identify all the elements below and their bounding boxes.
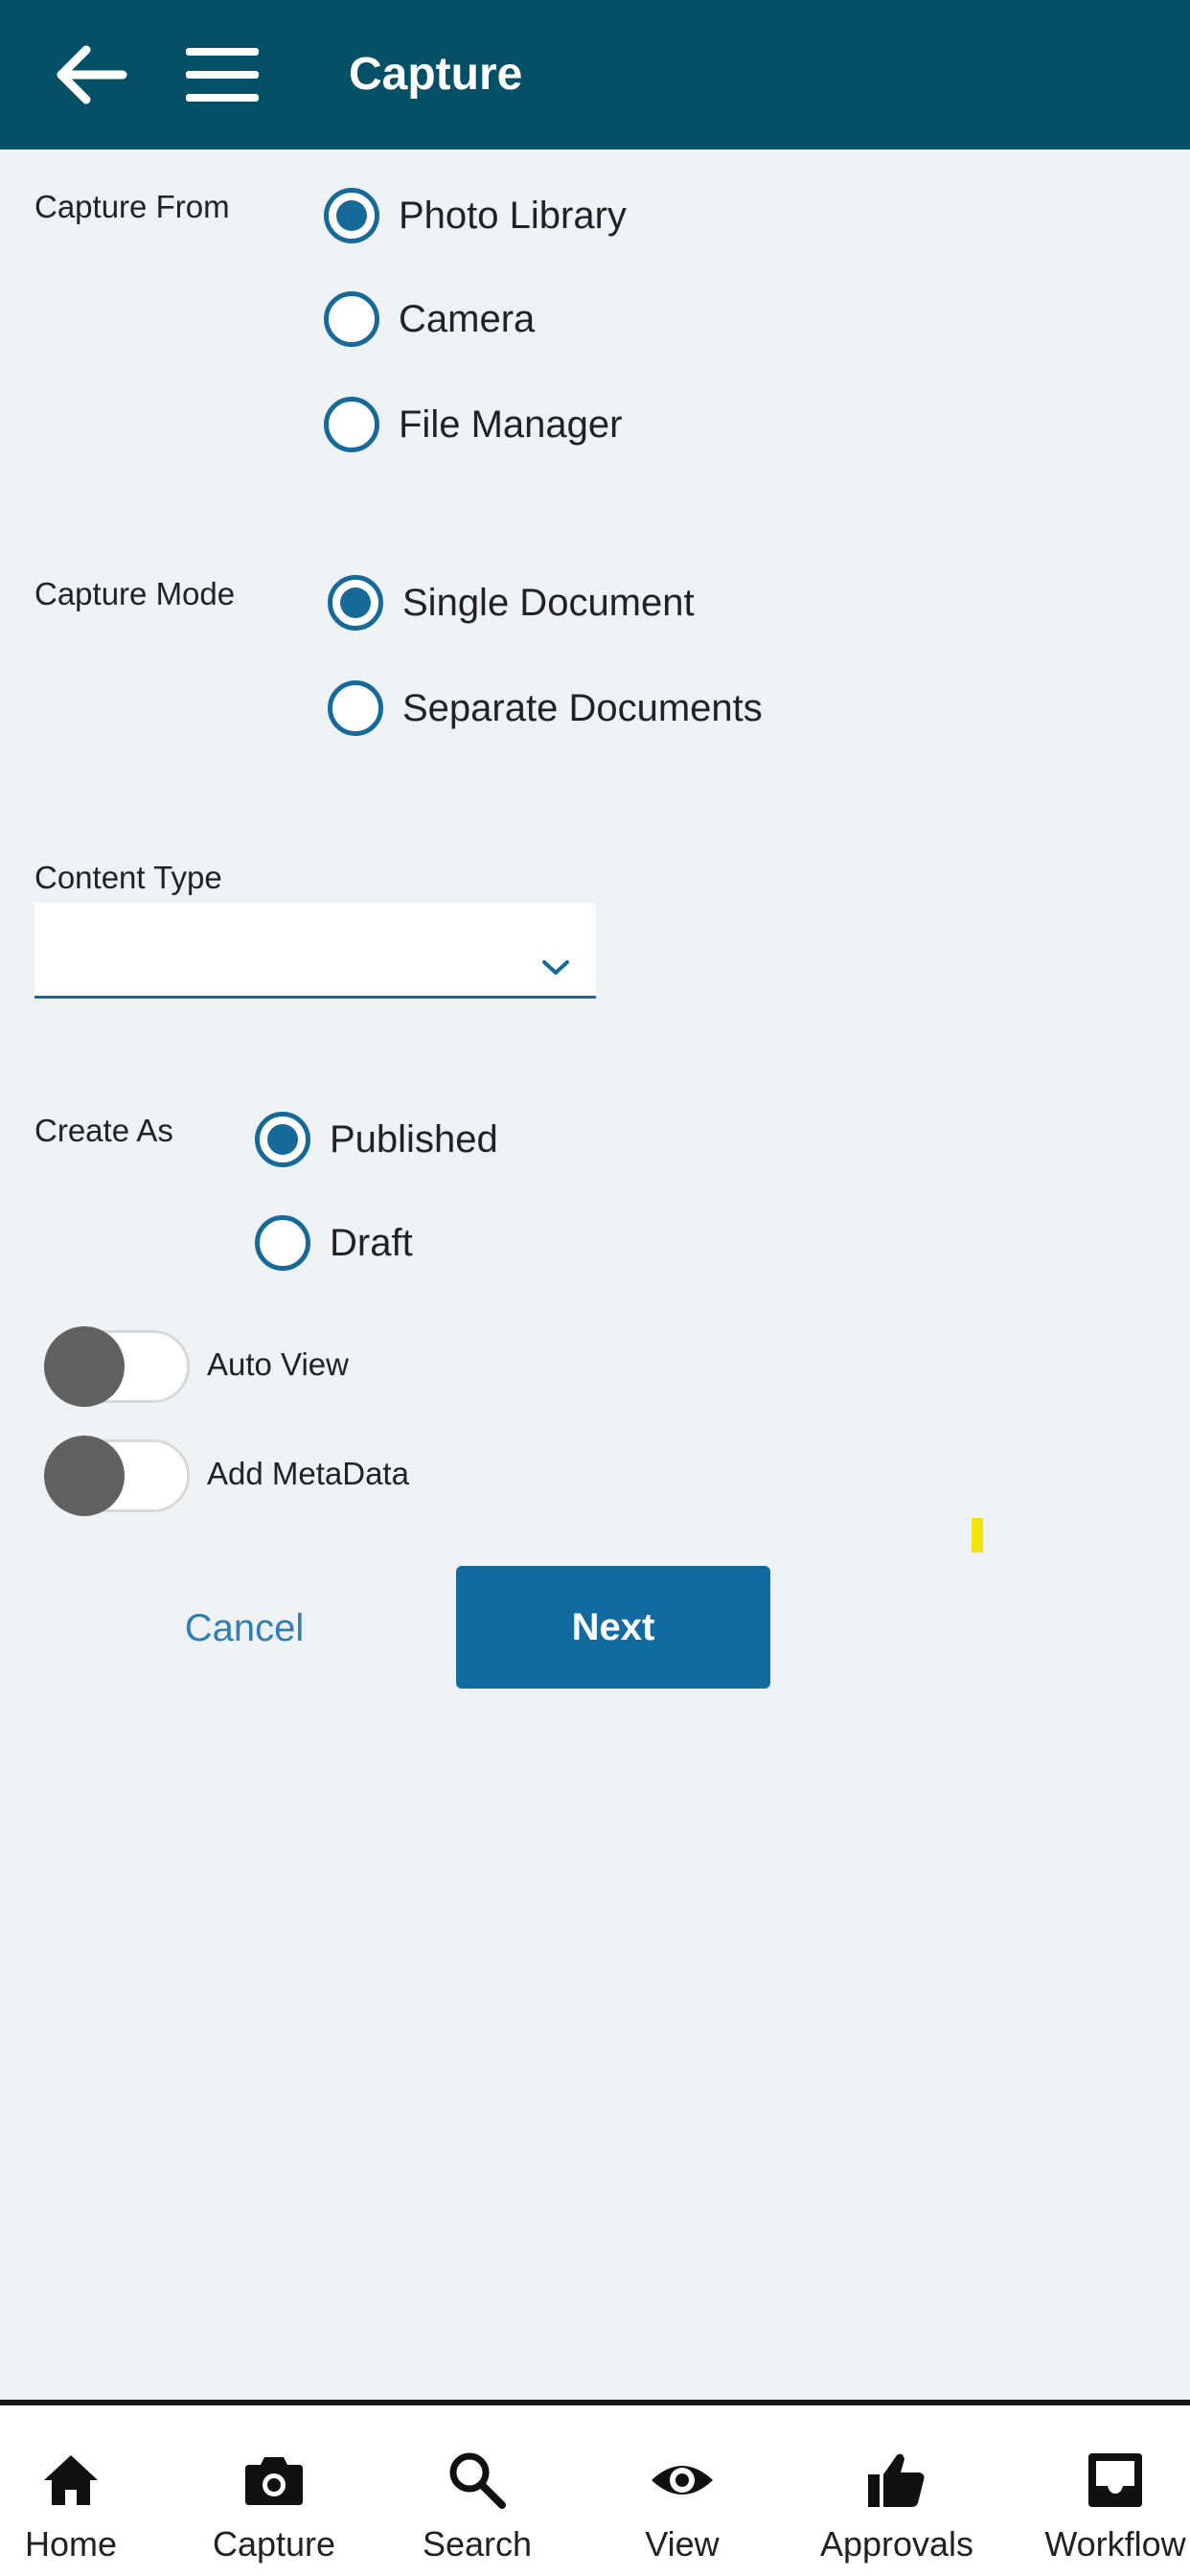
create-as-label: Create As	[34, 1113, 173, 1148]
radio-published[interactable]: Published	[255, 1106, 498, 1173]
menu-button[interactable]	[182, 40, 263, 109]
radio-button[interactable]	[255, 1215, 310, 1271]
app-header: Capture	[0, 0, 1190, 150]
yellow-marker	[972, 1518, 983, 1552]
nav-label: View	[645, 2524, 720, 2564]
capture-from-label: Capture From	[34, 189, 230, 224]
radio-label: Published	[330, 1117, 498, 1161]
radio-separate-documents[interactable]: Separate Documents	[328, 675, 763, 742]
radio-button[interactable]	[328, 680, 383, 736]
nav-label: Search	[422, 2524, 533, 2564]
content-type-select[interactable]	[34, 903, 596, 999]
back-button[interactable]	[56, 38, 132, 111]
hamburger-menu-icon	[186, 48, 259, 102]
nav-label: Approvals	[819, 2524, 974, 2564]
eye-icon	[652, 2466, 713, 2495]
home-icon	[44, 2455, 98, 2505]
radio-button[interactable]	[324, 291, 379, 347]
radio-label: Separate Documents	[402, 686, 763, 729]
search-icon	[449, 2452, 506, 2509]
radio-label: Camera	[399, 297, 536, 340]
camera-icon	[245, 2457, 303, 2505]
auto-view-label: Auto View	[207, 1346, 349, 1382]
radio-draft[interactable]: Draft	[255, 1209, 413, 1276]
bottom-nav: Home Capture Search View Approvals Workf…	[0, 2400, 1190, 2576]
add-metadata-label: Add MetaData	[207, 1456, 409, 1491]
nav-item-workflow[interactable]: Workflow	[1019, 2405, 1190, 2576]
content-type-label: Content Type	[34, 860, 222, 895]
radio-label: Single Document	[402, 581, 695, 624]
add-metadata-toggle[interactable]	[44, 1434, 195, 1518]
radio-label: File Manager	[399, 402, 623, 446]
nav-item-approvals[interactable]: Approvals	[801, 2405, 993, 2576]
radio-label: Photo Library	[399, 194, 627, 237]
next-button[interactable]: Next	[456, 1566, 770, 1689]
radio-photo-library[interactable]: Photo Library	[324, 182, 627, 249]
radio-label: Draft	[330, 1221, 413, 1264]
capture-mode-label: Capture Mode	[34, 576, 236, 611]
auto-view-toggle[interactable]	[44, 1324, 195, 1409]
radio-button-checked[interactable]	[324, 188, 379, 243]
nav-item-search[interactable]: Search	[381, 2405, 573, 2576]
nav-item-capture[interactable]: Capture	[178, 2405, 370, 2576]
arrow-left-icon	[57, 45, 127, 104]
thumbs-up-icon	[868, 2453, 925, 2507]
nav-label: Home	[24, 2524, 118, 2564]
page-title: Capture	[349, 49, 523, 100]
nav-item-view[interactable]: View	[586, 2405, 778, 2576]
toggle-knob	[44, 1436, 125, 1516]
chevron-down-icon	[542, 960, 569, 975]
nav-item-home[interactable]: Home	[0, 2405, 167, 2576]
nav-label: Capture	[212, 2524, 336, 2564]
radio-camera[interactable]: Camera	[324, 286, 535, 353]
radio-file-manager[interactable]: File Manager	[324, 391, 622, 458]
radio-button-checked[interactable]	[255, 1112, 310, 1167]
radio-button-checked[interactable]	[328, 575, 383, 631]
nav-label: Workflow	[1044, 2524, 1186, 2564]
radio-single-document[interactable]: Single Document	[328, 569, 695, 636]
cancel-button[interactable]: Cancel	[163, 1566, 326, 1690]
inbox-icon	[1088, 2453, 1142, 2507]
toggle-knob	[44, 1326, 125, 1407]
radio-button[interactable]	[324, 397, 379, 452]
